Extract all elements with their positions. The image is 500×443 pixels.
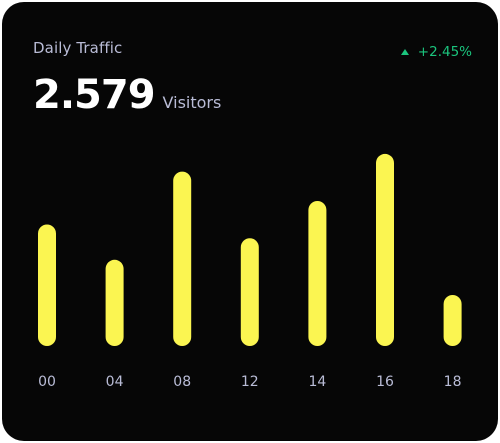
x-tick-label: 18 [444, 374, 462, 390]
x-tick-label: 00 [38, 374, 56, 390]
bar-08[interactable] [173, 171, 192, 346]
bar-00[interactable] [38, 224, 56, 347]
x-tick-label: 12 [241, 374, 259, 390]
bar-12[interactable] [240, 238, 259, 346]
x-tick-label: 14 [308, 374, 326, 390]
bar-16[interactable] [376, 153, 394, 346]
x-tick-label: 16 [376, 374, 394, 390]
bar-04[interactable] [105, 259, 124, 346]
x-tick-label: 08 [173, 374, 191, 390]
traffic-bar-chart: 00 04 08 12 14 16 18 [38, 153, 462, 390]
x-tick-label: 04 [106, 374, 124, 390]
bar-14[interactable] [308, 201, 327, 346]
bar-18[interactable] [443, 295, 462, 346]
